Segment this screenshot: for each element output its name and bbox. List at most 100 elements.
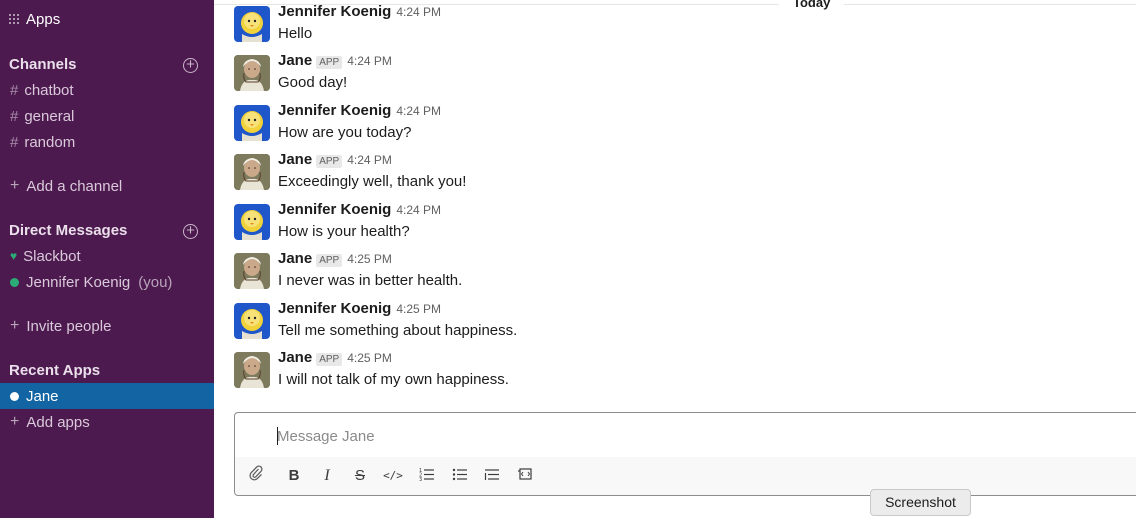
- message-row: Jane APP 4:24 PM Good day!: [234, 52, 1114, 98]
- app-badge: APP: [316, 56, 343, 69]
- code-icon[interactable]: </>: [382, 465, 404, 487]
- message-timestamp[interactable]: 4:24 PM: [347, 54, 392, 68]
- message-text: How is your health?: [278, 223, 410, 240]
- message-header: Jennifer Koenig 4:24 PM: [278, 102, 441, 119]
- message-header: Jennifer Koenig 4:24 PM: [278, 201, 441, 218]
- plus-icon: +: [10, 177, 20, 194]
- message-timestamp[interactable]: 4:24 PM: [396, 104, 441, 118]
- add-apps-label: Add apps: [26, 413, 90, 431]
- message-text: Good day!: [278, 74, 348, 91]
- message-header: Jane APP 4:25 PM: [278, 250, 392, 267]
- direct-messages-title[interactable]: Direct Messages: [9, 222, 127, 239]
- paperclip-icon[interactable]: [245, 465, 267, 487]
- strikethrough-icon[interactable]: S: [349, 465, 371, 487]
- hash-icon: #: [10, 107, 19, 125]
- jennifer-avatar[interactable]: [234, 105, 270, 141]
- presence-dot-icon: [10, 391, 19, 401]
- jane-avatar[interactable]: [234, 55, 270, 91]
- ordered-list-icon[interactable]: 123: [416, 465, 438, 487]
- message-timestamp[interactable]: 4:25 PM: [347, 252, 392, 266]
- recent-apps-title[interactable]: Recent Apps: [9, 362, 100, 379]
- add-apps-link[interactable]: + Add apps: [0, 409, 214, 435]
- add-channel-link[interactable]: + Add a channel: [0, 173, 214, 199]
- bulleted-list-icon[interactable]: [449, 465, 471, 487]
- message-author[interactable]: Jennifer Koenig: [278, 300, 391, 317]
- message-timestamp[interactable]: 4:24 PM: [347, 153, 392, 167]
- channel-label: random: [24, 133, 76, 151]
- svg-text:3: 3: [419, 477, 422, 481]
- add-dm-plus-icon[interactable]: +: [183, 223, 198, 239]
- sidebar-item-jennifer-koenig[interactable]: Jennifer Koenig (you): [0, 269, 214, 295]
- bold-icon[interactable]: B: [283, 465, 305, 487]
- invite-people-label: Invite people: [26, 317, 112, 335]
- message-row: Jennifer Koenig 4:25 PM Tell me something …: [234, 300, 1114, 346]
- apps-grid-icon: [9, 14, 20, 25]
- jane-avatar[interactable]: [234, 253, 270, 289]
- message-pane: Today Jennifer Koenig 4:24 PM Hello Jane APP…: [214, 0, 1136, 518]
- screenshot-tooltip: Screenshot: [870, 489, 971, 516]
- jane-avatar[interactable]: [234, 352, 270, 388]
- sidebar-item-slackbot[interactable]: ♥ Slackbot: [0, 243, 214, 269]
- text-cursor: [277, 427, 278, 445]
- sidebar-item-jane[interactable]: Jane: [0, 383, 214, 409]
- heart-icon: ♥: [10, 249, 18, 263]
- dm-label: Jennifer Koenig: [26, 273, 131, 291]
- message-author[interactable]: Jane: [278, 52, 312, 69]
- code-block-icon[interactable]: [514, 465, 536, 487]
- jennifer-avatar[interactable]: [234, 6, 270, 42]
- channel-label: chatbot: [24, 81, 74, 99]
- message-timestamp[interactable]: 4:25 PM: [396, 302, 441, 316]
- apps-link[interactable]: Apps: [9, 11, 60, 28]
- hash-icon: #: [10, 81, 19, 99]
- message-header: Jane APP 4:25 PM: [278, 349, 392, 366]
- add-channel-label: Add a channel: [26, 177, 123, 195]
- message-text: Hello: [278, 25, 313, 42]
- app-badge: APP: [316, 155, 343, 168]
- italic-icon[interactable]: I: [316, 465, 338, 487]
- app-badge: APP: [316, 254, 343, 267]
- plus-icon: +: [10, 413, 20, 430]
- plus-icon: +: [10, 317, 20, 334]
- jane-avatar[interactable]: [234, 154, 270, 190]
- sidebar-item-chatbot[interactable]: # chatbot: [0, 77, 214, 103]
- message-text: How are you today?: [278, 124, 412, 141]
- message-input[interactable]: [277, 425, 1117, 447]
- presence-dot-icon: [10, 277, 19, 287]
- message-row: Jane APP 4:25 PM I never was in better heal…: [234, 250, 1114, 296]
- message-timestamp[interactable]: 4:25 PM: [347, 351, 392, 365]
- message-row: Jennifer Koenig 4:24 PM How are you today?: [234, 102, 1114, 148]
- you-suffix: (you): [138, 273, 173, 291]
- message-author[interactable]: Jane: [278, 250, 312, 267]
- invite-people-link[interactable]: + Invite people: [0, 313, 214, 339]
- sidebar: Apps Channels + # chatbot # general # ra…: [0, 0, 214, 518]
- apps-label: Apps: [26, 11, 61, 28]
- hash-icon: #: [10, 133, 19, 151]
- jennifer-avatar[interactable]: [234, 303, 270, 339]
- message-row: Jennifer Koenig 4:24 PM Hello: [234, 3, 1114, 49]
- message-timestamp[interactable]: 4:24 PM: [396, 5, 441, 19]
- sidebar-item-general[interactable]: # general: [0, 103, 214, 129]
- message-text: I never was in better health.: [278, 272, 463, 289]
- message-header: Jennifer Koenig 4:24 PM: [278, 3, 441, 20]
- message-header: Jane APP 4:24 PM: [278, 52, 392, 69]
- channels-title[interactable]: Channels: [9, 56, 77, 73]
- message-author[interactable]: Jane: [278, 349, 312, 366]
- sidebar-item-random[interactable]: # random: [0, 129, 214, 155]
- message-text: I will not talk of my own happiness.: [278, 371, 509, 388]
- add-channel-plus-icon[interactable]: +: [183, 57, 198, 73]
- message-timestamp[interactable]: 4:24 PM: [396, 203, 441, 217]
- app-label: Jane: [26, 387, 59, 405]
- message-author[interactable]: Jennifer Koenig: [278, 201, 391, 218]
- formatting-toolbar: B I S </> 123: [235, 457, 1136, 495]
- message-author[interactable]: Jane: [278, 151, 312, 168]
- jennifer-avatar[interactable]: [234, 204, 270, 240]
- message-author[interactable]: Jennifer Koenig: [278, 102, 391, 119]
- message-header: Jane APP 4:24 PM: [278, 151, 392, 168]
- message-composer[interactable]: B I S </> 123: [234, 412, 1136, 496]
- message-author[interactable]: Jennifer Koenig: [278, 3, 391, 20]
- blockquote-icon[interactable]: [481, 465, 503, 487]
- message-row: Jane APP 4:24 PM Exceedingly well, thank yo…: [234, 151, 1114, 197]
- message-text: Exceedingly well, thank you!: [278, 173, 467, 190]
- app-badge: APP: [316, 353, 343, 366]
- dm-label: Slackbot: [23, 247, 81, 265]
